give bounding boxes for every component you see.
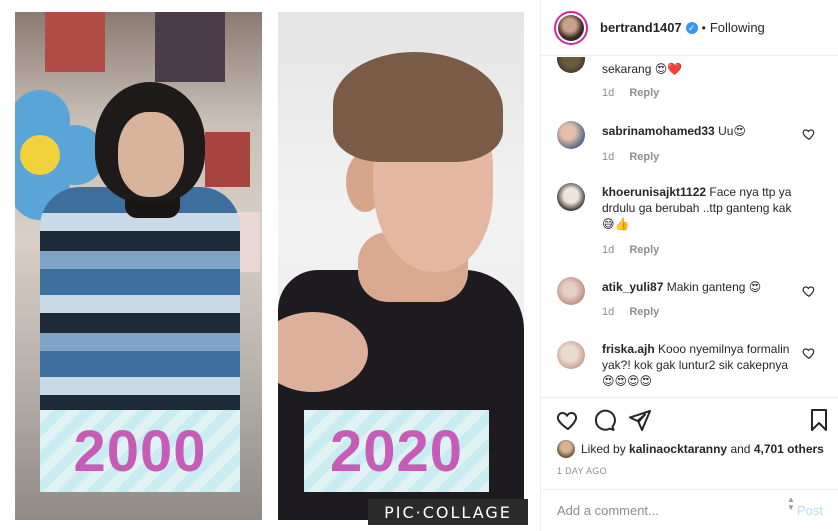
year-label-2020: 2020 [304,410,489,492]
wall-poster [155,12,225,82]
avatar[interactable] [557,440,575,458]
comment-text: khoerunisajkt1122 Face nya ttp ya drdulu… [602,185,792,231]
likes-summary: Liked by kalinaocktaranny and 4,701 othe… [557,440,824,458]
comment-meta: 1d Reply [602,151,671,163]
comment-input[interactable] [557,503,797,518]
comment-icon[interactable] [592,408,616,432]
post-media: 2000 2020 PIC·COLLAGE [0,0,540,531]
post-button[interactable]: Post [797,503,823,518]
bookmark-icon[interactable] [807,408,831,432]
post-header: bertrand1407 ✓ • Following [541,0,838,56]
likes-and: and [730,442,751,456]
reply-button[interactable]: Reply [629,244,659,256]
scroll-arrows-icon[interactable]: ▲ ▼ [787,496,795,512]
wall-poster [45,12,105,72]
post-side-panel: bertrand1407 ✓ • Following sekarang 😍❤️ … [540,0,838,531]
comment-time: 1d [602,244,615,256]
likes-count[interactable]: 4,701 others [754,442,824,456]
following-button[interactable]: Following [710,20,765,35]
heart-icon[interactable] [802,127,816,141]
avatar[interactable] [557,57,585,73]
header-username[interactable]: bertrand1407 [600,20,682,35]
heart-icon[interactable] [802,284,816,298]
comment-username[interactable]: khoerunisajkt1122 [602,185,706,199]
face [118,112,184,197]
comment-meta: 1d Reply [602,306,671,318]
comment-time: 1d [602,87,615,99]
year-label-2000: 2000 [40,410,240,492]
comment-text: atik_yuli87 Makin ganteng 😍 [602,280,762,294]
avatar[interactable] [554,10,588,45]
reply-button[interactable]: Reply [629,306,659,318]
post-timestamp[interactable]: 1 DAY AGO [557,466,607,476]
reply-button[interactable]: Reply [629,87,659,99]
avatar[interactable] [557,183,585,211]
comment-text: friska.ajh Kooo nyemilnya formalin yak?!… [602,342,790,388]
comment-username[interactable]: sabrinamohamed33 [602,124,715,138]
share-icon[interactable] [628,408,652,432]
heart-icon[interactable] [802,346,816,360]
avatar[interactable] [557,121,585,149]
avatar[interactable] [557,341,585,369]
hair [333,52,503,162]
comment-username[interactable]: friska.ajh [602,342,655,356]
comments-list: sekarang 😍❤️ 1d Reply sabrinamohamed33 U… [541,57,838,397]
piccollage-watermark: PIC·COLLAGE [368,499,528,525]
wall-poster [205,132,250,187]
striped-sweater [40,187,240,437]
comment-time: 1d [602,306,615,318]
comment-text: sabrinamohamed33 Uu😍 [602,124,746,138]
comment-username[interactable]: atik_yuli87 [602,280,663,294]
avatar[interactable] [557,277,585,305]
comment-text: sekarang 😍❤️ [602,62,683,76]
heart-icon[interactable] [556,408,580,432]
likes-username[interactable]: kalinaocktaranny [629,442,727,456]
likes-text: Liked by kalinaocktaranny and 4,701 othe… [581,442,824,456]
comment-meta: 1d Reply [602,244,671,256]
add-comment-bar: ▲▼ Post [541,489,838,531]
likes-prefix: Liked by [581,442,626,456]
instagram-post-view: 2000 2020 PIC·COLLAGE bertrand1407 ✓ • F… [0,0,838,531]
comment-meta: 1d Reply [602,87,671,99]
verified-badge-icon: ✓ [685,21,698,34]
comment-time: 1d [602,151,615,163]
reply-button[interactable]: Reply [629,151,659,163]
header-separator: • [701,20,706,35]
